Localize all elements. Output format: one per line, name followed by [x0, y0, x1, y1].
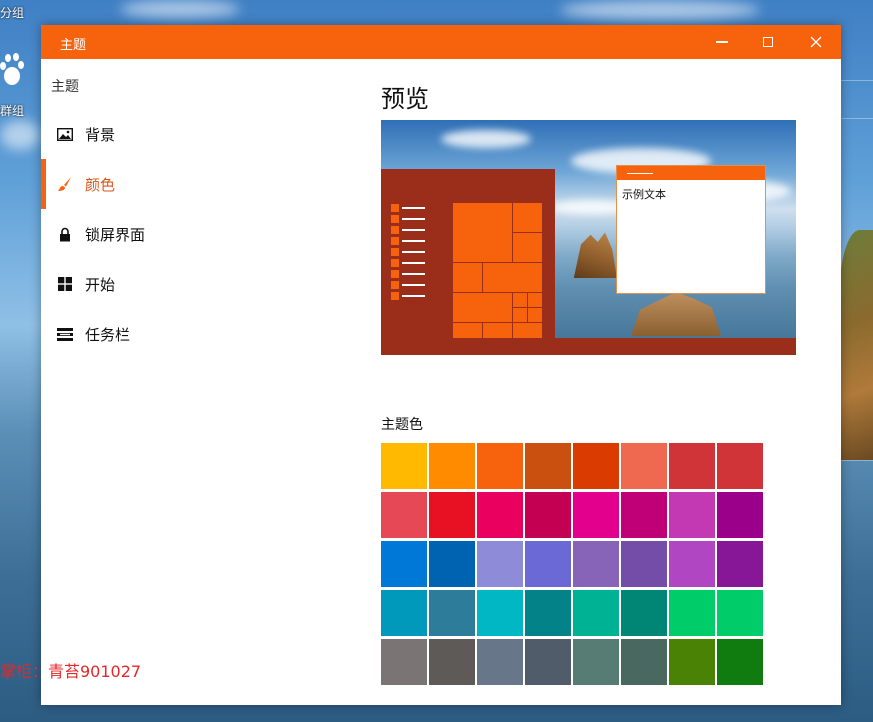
accent-swatch[interactable] [573, 639, 619, 685]
close-button[interactable] [793, 25, 839, 59]
sidebar-header: 主题 [51, 79, 79, 95]
sidebar-item-label: 任务栏 [85, 325, 131, 344]
desktop-group-label[interactable]: 分组 [0, 4, 24, 21]
accent-swatch[interactable] [573, 541, 619, 587]
minimize-icon [716, 41, 728, 43]
window-title: 主题 [60, 38, 87, 53]
accent-swatch[interactable] [477, 443, 523, 489]
accent-swatch[interactable] [381, 541, 427, 587]
accent-swatch[interactable] [669, 639, 715, 685]
accent-swatch[interactable] [525, 492, 571, 538]
accent-swatch[interactable] [477, 590, 523, 636]
brush-icon [57, 176, 73, 192]
image-icon [57, 126, 73, 142]
accent-color-grid [381, 443, 765, 687]
sidebar-item-label: 开始 [85, 275, 116, 294]
main-content: 预览 示例文本 主题色 [381, 59, 841, 705]
accent-swatch[interactable] [621, 590, 667, 636]
accent-swatch[interactable] [717, 443, 763, 489]
paw-icon[interactable] [0, 52, 24, 92]
accent-swatch[interactable] [621, 443, 667, 489]
accent-swatch[interactable] [621, 541, 667, 587]
accent-swatch[interactable] [669, 443, 715, 489]
accent-swatch[interactable] [429, 590, 475, 636]
accent-swatch[interactable] [717, 639, 763, 685]
accent-swatch[interactable] [525, 590, 571, 636]
accent-swatch[interactable] [669, 541, 715, 587]
preview-taskbar [381, 338, 796, 355]
maximize-icon [763, 37, 773, 47]
watermark-text: 掌柜：青苔901027 [0, 662, 142, 681]
sidebar-item-start[interactable]: 开始 [41, 259, 341, 309]
windows-start-icon [57, 276, 73, 292]
accent-swatch[interactable] [621, 492, 667, 538]
minimize-button[interactable] [699, 25, 745, 59]
accent-swatch[interactable] [477, 492, 523, 538]
accent-swatch[interactable] [381, 492, 427, 538]
lock-icon [57, 226, 73, 242]
theme-window: 主题 主题 背景 颜色 锁屏界面 开始 任务栏 预览 示例文本 主题色 [41, 25, 841, 705]
accent-swatch[interactable] [669, 492, 715, 538]
preview-tiles [453, 203, 543, 339]
preview-heading: 预览 [381, 85, 429, 113]
accent-swatch[interactable] [573, 590, 619, 636]
accent-swatch[interactable] [525, 639, 571, 685]
preview-rock-reflection [631, 292, 721, 336]
desktop-icon-label[interactable]: 群组 [0, 102, 24, 119]
accent-swatch[interactable] [669, 590, 715, 636]
accent-swatch[interactable] [381, 590, 427, 636]
preview-rock [573, 232, 617, 278]
accent-swatch[interactable] [429, 639, 475, 685]
accent-swatch[interactable] [717, 541, 763, 587]
maximize-button[interactable] [745, 25, 791, 59]
accent-swatch[interactable] [381, 443, 427, 489]
sidebar-item-lock-screen[interactable]: 锁屏界面 [41, 209, 341, 259]
accent-swatch[interactable] [429, 492, 475, 538]
accent-swatch[interactable] [477, 541, 523, 587]
accent-swatch[interactable] [573, 492, 619, 538]
sidebar-item-colors[interactable]: 颜色 [41, 159, 341, 209]
accent-swatch[interactable] [381, 639, 427, 685]
sidebar-item-background[interactable]: 背景 [41, 109, 341, 159]
sidebar: 主题 背景 颜色 锁屏界面 开始 任务栏 [41, 59, 341, 705]
accent-swatch[interactable] [477, 639, 523, 685]
theme-preview: 示例文本 [381, 120, 796, 355]
accent-swatch[interactable] [717, 492, 763, 538]
preview-sample-text: 示例文本 [622, 188, 666, 201]
sidebar-item-taskbar[interactable]: 任务栏 [41, 309, 341, 359]
accent-swatch[interactable] [429, 443, 475, 489]
accent-swatch[interactable] [717, 590, 763, 636]
accent-swatch[interactable] [525, 541, 571, 587]
accent-swatch[interactable] [621, 639, 667, 685]
preview-sample-window: 示例文本 [616, 165, 766, 294]
preview-start-menu [381, 169, 555, 339]
title-bar[interactable]: 主题 [41, 25, 841, 59]
close-icon [810, 36, 822, 48]
accent-swatch[interactable] [525, 443, 571, 489]
accent-color-label: 主题色 [381, 417, 423, 433]
sidebar-item-label: 背景 [85, 125, 116, 144]
accent-swatch[interactable] [429, 541, 475, 587]
sidebar-item-label: 颜色 [85, 175, 116, 194]
accent-swatch[interactable] [573, 443, 619, 489]
desktop-rock [839, 230, 873, 460]
taskbar-icon [57, 326, 73, 342]
sidebar-item-label: 锁屏界面 [85, 225, 146, 244]
